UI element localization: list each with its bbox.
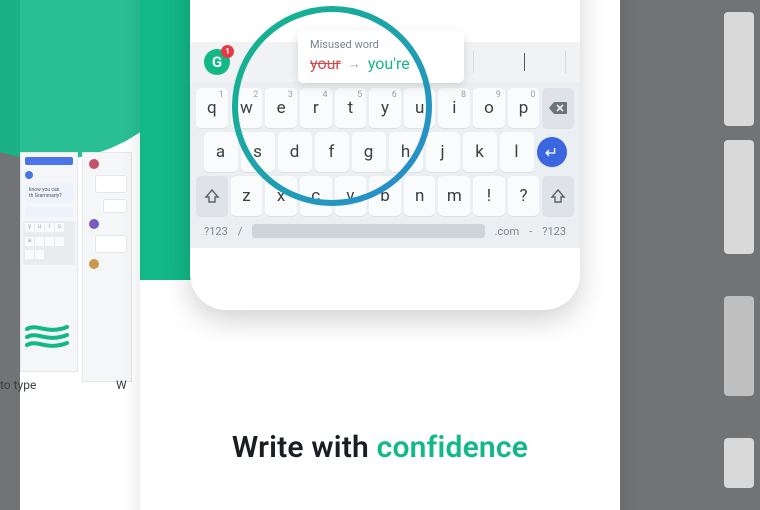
enter-key[interactable]: ↵ [537,137,567,167]
phone-mock: G 1 Misused word your → you're q1w2e3r4t… [190,0,580,310]
key-g[interactable]: g [352,132,386,172]
bg-caption-a: to type [0,378,36,392]
shift-key-right[interactable] [542,176,574,216]
key-q[interactable]: q1 [196,88,228,128]
promo-card: G 1 Misused word your → you're q1w2e3r4t… [140,0,620,510]
key-k[interactable]: k [463,132,497,172]
key-h[interactable]: h [389,132,423,172]
key-r[interactable]: r4 [300,88,332,128]
suggestion-card[interactable]: Misused word your → you're [298,30,464,83]
symbols-key-right[interactable]: ?123 [542,225,566,238]
key-f[interactable]: f [315,132,349,172]
tagline: Write with confidence [140,430,620,465]
arrow-icon: → [348,56,361,72]
key-![interactable]: ! [473,176,505,216]
slash-key[interactable]: / [238,225,243,238]
bg-screenshot-b [82,152,132,382]
key-?[interactable]: ? [508,176,540,216]
text-cursor [524,53,525,71]
key-w[interactable]: w2 [231,88,263,128]
key-e[interactable]: e3 [265,88,297,128]
suggestion-bad-word: your [310,54,341,73]
keyboard: q1w2e3r4t5y6u7i8o9p0 asdfghjkl↵ zxcvbnm!… [190,82,580,248]
notification-badge: 1 [221,45,234,58]
key-z[interactable]: z [231,176,263,216]
key-y[interactable]: y6 [369,88,401,128]
key-m[interactable]: m [438,176,470,216]
key-s[interactable]: s [241,132,275,172]
key-a[interactable]: a [204,132,238,172]
key-x[interactable]: x [265,176,297,216]
tagline-pre: Write with [232,430,377,465]
key-c[interactable]: c [300,176,332,216]
grammarly-badge-letter: G [212,53,222,71]
suggestion-good-word: you're [368,54,410,73]
key-b[interactable]: b [369,176,401,216]
key-t[interactable]: t5 [335,88,367,128]
key-d[interactable]: d [278,132,312,172]
suggestion-label: Misused word [310,38,452,51]
shift-key[interactable] [196,176,228,216]
grammarly-badge[interactable]: G 1 [204,49,230,75]
dotcom-key[interactable]: .com [495,225,520,238]
key-o[interactable]: o9 [473,88,505,128]
backspace-key[interactable] [542,88,574,128]
dash-key[interactable]: - [529,225,532,238]
key-v[interactable]: v [335,176,367,216]
key-p[interactable]: p0 [508,88,540,128]
key-j[interactable]: j [426,132,460,172]
tagline-accent: confidence [377,430,528,465]
bg-screenshot-a: know you canth Grammarly? yuica [20,152,78,372]
symbols-key[interactable]: ?123 [204,225,228,238]
bg-caption-b: W [116,378,127,392]
key-i[interactable]: i8 [438,88,470,128]
key-n[interactable]: n [404,176,436,216]
key-u[interactable]: u7 [404,88,436,128]
spacebar[interactable] [252,224,484,238]
key-l[interactable]: l [500,132,534,172]
